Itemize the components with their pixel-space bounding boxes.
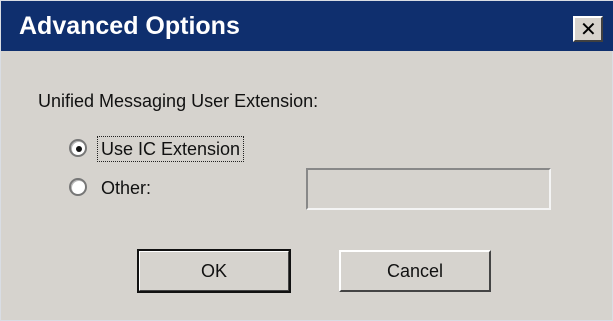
window-title: Advanced Options xyxy=(19,12,240,40)
radio-selected-dot xyxy=(76,146,82,152)
close-button[interactable]: ✕ xyxy=(573,16,603,42)
advanced-options-dialog: Advanced Options ✕ Unified Messaging Use… xyxy=(0,0,613,321)
radio-circle-selected[interactable] xyxy=(69,139,87,157)
use-ic-extension-radio[interactable]: Use IC Extension xyxy=(69,134,299,164)
other-radio[interactable]: Other: xyxy=(69,173,299,203)
close-icon: ✕ xyxy=(580,17,597,41)
ok-button[interactable]: OK xyxy=(137,249,291,293)
use-ic-extension-label[interactable]: Use IC Extension xyxy=(97,136,245,162)
other-label[interactable]: Other: xyxy=(101,176,151,200)
radio-circle-unselected[interactable] xyxy=(69,178,87,196)
other-extension-field[interactable] xyxy=(306,168,551,210)
title-bar[interactable]: Advanced Options ✕ xyxy=(1,1,613,51)
cancel-button[interactable]: Cancel xyxy=(339,250,491,292)
extension-group-label: Unified Messaging User Extension: xyxy=(38,91,319,111)
